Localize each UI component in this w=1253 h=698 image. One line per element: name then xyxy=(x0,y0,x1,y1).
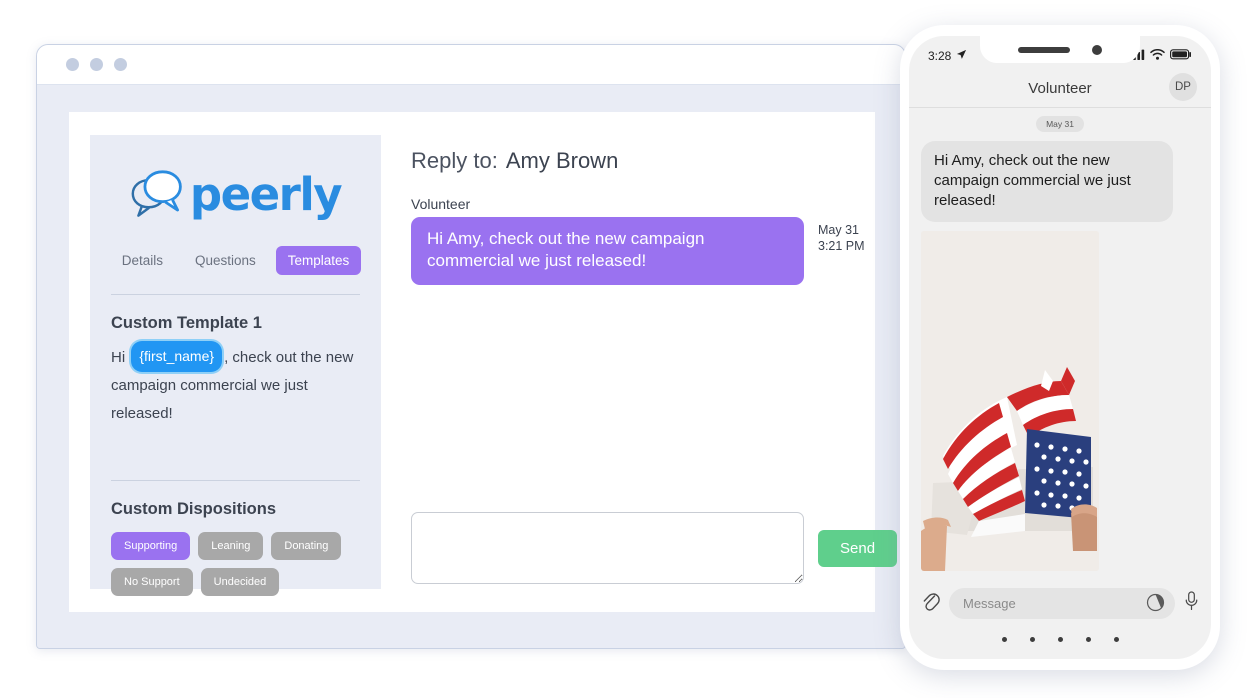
tab-templates[interactable]: Templates xyxy=(275,246,362,275)
outgoing-message-bubble: Hi Amy, check out the new campaign comme… xyxy=(411,217,804,285)
window-minimize-dot[interactable] xyxy=(90,58,103,71)
page-title: Reply to: Amy Brown xyxy=(411,148,875,174)
two-speech-bubbles-icon xyxy=(130,169,186,219)
sidebar-tabs: Details Questions Templates xyxy=(110,246,362,275)
message-input-placeholder: Message xyxy=(963,596,1016,611)
date-separator: May 31 xyxy=(1036,116,1084,132)
dot xyxy=(1057,636,1063,642)
send-button[interactable]: Send xyxy=(818,529,898,567)
conversation-title: Volunteer xyxy=(1028,80,1092,97)
message-thread: May 31 Hi Amy, check out the new campaig… xyxy=(909,108,1211,582)
paperclip-icon[interactable] xyxy=(921,590,940,617)
sidebar-divider-top xyxy=(111,294,360,295)
chip-leaning[interactable]: Leaning xyxy=(198,532,264,560)
location-arrow-icon xyxy=(956,49,967,63)
message-timestamp: May 31 3:21 PM xyxy=(818,217,865,254)
browser-window: peerly Details Questions Templates Custo… xyxy=(36,44,906,649)
message-input[interactable]: Message xyxy=(949,588,1175,619)
sender-label: Volunteer xyxy=(411,196,471,212)
camera-shutter-icon[interactable] xyxy=(1146,593,1165,615)
message-row: Hi Amy, check out the new campaign comme… xyxy=(411,217,875,285)
browser-viewport: peerly Details Questions Templates Custo… xyxy=(37,85,905,648)
chip-no-support[interactable]: No Support xyxy=(111,568,193,596)
tab-questions[interactable]: Questions xyxy=(183,246,268,275)
sidebar: peerly Details Questions Templates Custo… xyxy=(90,135,381,596)
dot xyxy=(1113,636,1119,642)
phone-message-input-bar: Message xyxy=(909,582,1211,619)
reply-pane: Reply to: Amy Brown Volunteer Hi Amy, che… xyxy=(381,112,898,612)
avatar[interactable]: DP xyxy=(1169,73,1197,101)
battery-full-icon xyxy=(1170,49,1192,63)
reply-to-label: Reply to: xyxy=(411,148,498,173)
dot xyxy=(1029,636,1035,642)
phone-mockup: 3:28 Volunteer DP May 31 Hi Amy, check o… xyxy=(900,25,1220,670)
wifi-icon xyxy=(1150,48,1165,63)
browser-titlebar xyxy=(37,45,905,85)
template-prefix: Hi xyxy=(111,349,126,366)
brand-wordmark: peerly xyxy=(189,167,343,221)
template-heading: Custom Template 1 xyxy=(111,314,262,332)
chip-undecided[interactable]: Undecided xyxy=(200,568,280,596)
keyboard-dots-indicator xyxy=(909,619,1211,659)
composer-input[interactable] xyxy=(411,512,804,584)
app-card: peerly Details Questions Templates Custo… xyxy=(69,112,898,612)
recipient-name: Amy Brown xyxy=(505,148,619,173)
sidebar-divider-bottom xyxy=(111,480,360,481)
phone-screen: 3:28 Volunteer DP May 31 Hi Amy, check o… xyxy=(909,36,1211,659)
composer: Send xyxy=(411,512,898,584)
message-attachment-image[interactable] xyxy=(921,231,1099,571)
window-maximize-dot[interactable] xyxy=(114,58,127,71)
microphone-icon[interactable] xyxy=(1184,590,1199,617)
incoming-message-bubble: Hi Amy, check out the new campaign comme… xyxy=(921,141,1173,222)
timestamp-date: May 31 xyxy=(818,223,859,237)
dot xyxy=(1085,636,1091,642)
tab-details[interactable]: Details xyxy=(110,246,175,275)
phone-nav-bar: Volunteer DP xyxy=(909,70,1211,108)
dispositions-heading: Custom Dispositions xyxy=(111,500,277,518)
chip-supporting[interactable]: Supporting xyxy=(111,532,191,560)
earpiece-speaker-icon xyxy=(1018,46,1070,53)
chip-donating[interactable]: Donating xyxy=(271,532,342,560)
dot xyxy=(1001,636,1007,642)
first-name-token[interactable]: {first_name} xyxy=(131,341,223,372)
status-time: 3:28 xyxy=(928,49,952,63)
screenshot-stage: peerly Details Questions Templates Custo… xyxy=(0,0,1253,698)
brand-logo: peerly xyxy=(111,165,360,223)
template-body: Hi {first_name}, check out the new campa… xyxy=(111,341,360,428)
disposition-chip-group: Supporting Leaning Donating No Support U… xyxy=(111,532,356,596)
front-camera-icon xyxy=(1092,44,1102,55)
phone-notch xyxy=(980,36,1140,63)
timestamp-time: 3:21 PM xyxy=(818,239,865,253)
status-left: 3:28 xyxy=(928,49,967,63)
window-close-dot[interactable] xyxy=(66,58,79,71)
